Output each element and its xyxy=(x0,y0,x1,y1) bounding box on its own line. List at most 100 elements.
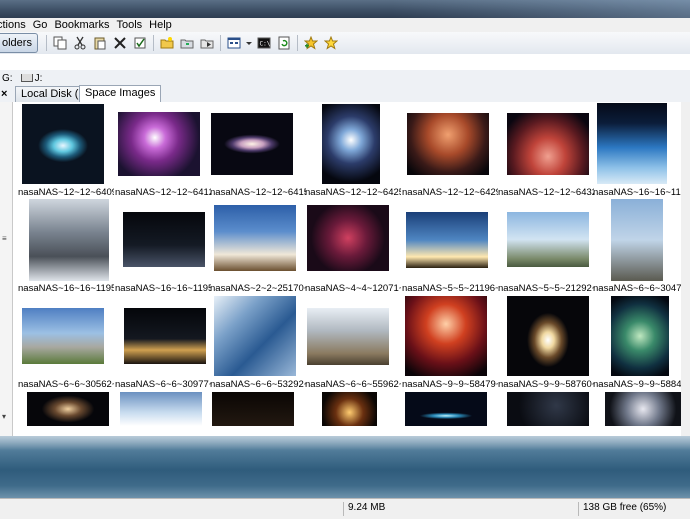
scroll-down-icon[interactable]: ▾ xyxy=(2,412,6,421)
file-item[interactable]: nasaNAS~6~6~30977~... xyxy=(115,294,211,390)
file-name-label: nasaNAS~12~12~6412... xyxy=(115,187,211,198)
image-thumbnail[interactable] xyxy=(124,308,206,364)
toolbar-separator xyxy=(152,35,154,51)
file-item[interactable] xyxy=(498,392,594,436)
refresh-icon[interactable] xyxy=(275,34,293,52)
toolbar-separator xyxy=(296,35,298,51)
file-item[interactable] xyxy=(115,392,211,436)
image-thumbnail[interactable] xyxy=(605,392,681,426)
image-thumbnail[interactable] xyxy=(307,205,389,271)
status-divider xyxy=(343,502,344,516)
toolbar-separator xyxy=(219,35,221,51)
file-item[interactable]: nasaNAS~16~16~1195... xyxy=(18,198,114,294)
image-thumbnail[interactable] xyxy=(406,212,488,268)
file-item[interactable]: nasaNAS~12~12~6425... xyxy=(305,102,401,198)
file-name-label: nasaNAS~12~12~6425... xyxy=(305,187,401,198)
drive-j-label[interactable]: J: xyxy=(35,73,43,84)
paste-icon[interactable] xyxy=(91,34,109,52)
file-item[interactable]: nasaNAS~16~16~1195... xyxy=(115,198,211,294)
file-item[interactable]: nasaNAS~12~12~6415... xyxy=(210,102,306,198)
file-item[interactable] xyxy=(305,392,401,436)
menu-go[interactable]: Go xyxy=(33,19,55,31)
image-thumbnail[interactable] xyxy=(27,392,109,426)
file-name-label: nasaNAS~9~9~58760~... xyxy=(498,379,594,390)
image-thumbnail[interactable] xyxy=(507,392,589,426)
menu-bookmarks[interactable]: Bookmarks xyxy=(54,19,116,31)
image-thumbnail[interactable] xyxy=(211,113,293,175)
image-thumbnail[interactable] xyxy=(611,296,669,376)
vertical-scrollbar[interactable] xyxy=(681,102,690,436)
file-item[interactable]: nasaNAS~12~12~6429... xyxy=(402,102,498,198)
file-item[interactable] xyxy=(593,392,689,436)
image-thumbnail[interactable] xyxy=(214,296,296,376)
image-thumbnail[interactable] xyxy=(405,392,487,426)
image-thumbnail[interactable] xyxy=(507,113,589,175)
image-thumbnail[interactable] xyxy=(405,296,487,376)
file-item[interactable]: nasaNAS~12~12~6432... xyxy=(498,102,594,198)
file-item[interactable]: nasaNAS~9~9~58479~... xyxy=(402,294,498,390)
file-item[interactable]: nasaNAS~6~6~30474~... xyxy=(593,198,689,294)
image-thumbnail[interactable] xyxy=(29,199,109,281)
image-thumbnail[interactable] xyxy=(212,392,294,426)
file-item[interactable]: nasaNAS~6~6~53292~... xyxy=(210,294,306,390)
image-thumbnail[interactable] xyxy=(22,308,104,364)
delete-icon[interactable] xyxy=(111,34,129,52)
file-item[interactable]: nasaNAS~6~6~30562~... xyxy=(18,294,114,390)
image-thumbnail[interactable] xyxy=(597,103,667,184)
image-thumbnail[interactable] xyxy=(120,392,202,426)
image-thumbnail[interactable] xyxy=(307,308,389,365)
drive-g-label[interactable]: G: xyxy=(2,73,13,84)
file-name-label: nasaNAS~6~6~53292~... xyxy=(210,379,306,390)
address-bar[interactable] xyxy=(0,54,690,71)
tab-space-images[interactable]: Space Images xyxy=(79,85,162,102)
image-thumbnail[interactable] xyxy=(118,112,200,176)
image-thumbnail[interactable] xyxy=(322,104,380,184)
image-thumbnail[interactable] xyxy=(322,392,377,426)
new-folder-icon[interactable] xyxy=(158,34,176,52)
file-item[interactable] xyxy=(402,392,498,436)
file-item[interactable]: nasaNAS~9~9~58849~... xyxy=(593,294,689,390)
file-item[interactable]: nasaNAS~4~4~12071~... xyxy=(305,198,401,294)
close-tab-icon[interactable]: × xyxy=(1,88,7,100)
file-name-label: nasaNAS~16~16~1192... xyxy=(593,187,689,198)
image-thumbnail[interactable] xyxy=(407,113,489,175)
folders-button[interactable]: olders xyxy=(0,33,38,53)
file-name-label: nasaNAS~16~16~1195... xyxy=(115,283,211,294)
image-thumbnail[interactable] xyxy=(123,212,205,267)
properties-icon[interactable] xyxy=(131,34,149,52)
file-item[interactable]: nasaNAS~16~16~1192... xyxy=(593,102,689,198)
file-item[interactable]: nasaNAS~2~2~25170~... xyxy=(210,198,306,294)
file-item[interactable]: nasaNAS~5~5~21196~... xyxy=(402,198,498,294)
svg-text:C:\: C:\ xyxy=(259,41,270,48)
file-name-label: nasaNAS~12~12~6415... xyxy=(210,187,306,198)
status-divider xyxy=(578,502,579,516)
favorites-icon[interactable] xyxy=(322,34,340,52)
image-thumbnail[interactable] xyxy=(507,296,589,376)
selection-size: 9.24 MB xyxy=(348,502,386,513)
file-item[interactable]: nasaNAS~12~12~6412... xyxy=(115,102,211,198)
copy-to-icon[interactable] xyxy=(198,34,216,52)
image-thumbnail[interactable] xyxy=(22,104,104,184)
menu-actions[interactable]: ctions xyxy=(0,19,33,31)
file-item[interactable]: nasaNAS~5~5~21292~... xyxy=(498,198,594,294)
image-thumbnail[interactable] xyxy=(611,199,663,281)
image-thumbnail[interactable] xyxy=(214,205,296,271)
chevron-down-icon[interactable] xyxy=(245,34,253,52)
file-item[interactable] xyxy=(210,392,306,436)
command-prompt-icon[interactable]: C:\ xyxy=(255,34,273,52)
left-scroll-column[interactable]: ≡ ▾ xyxy=(0,102,13,436)
menu-tools[interactable]: Tools xyxy=(116,19,149,31)
file-item[interactable] xyxy=(18,392,114,436)
move-icon[interactable] xyxy=(178,34,196,52)
file-item[interactable]: nasaNAS~6~6~55962~... xyxy=(305,294,401,390)
file-item[interactable]: nasaNAS~9~9~58760~... xyxy=(498,294,594,390)
menu-help[interactable]: Help xyxy=(149,19,179,31)
file-thumbnail-grid: nasaNAS~12~12~6409...nasaNAS~12~12~6412.… xyxy=(13,102,690,436)
taskbar-strip xyxy=(0,436,690,498)
copy-icon[interactable] xyxy=(51,34,69,52)
file-item[interactable]: nasaNAS~12~12~6409... xyxy=(18,102,114,198)
image-thumbnail[interactable] xyxy=(507,212,589,267)
add-bookmark-icon[interactable] xyxy=(302,34,320,52)
cut-icon[interactable] xyxy=(71,34,89,52)
view-icon[interactable] xyxy=(225,34,243,52)
